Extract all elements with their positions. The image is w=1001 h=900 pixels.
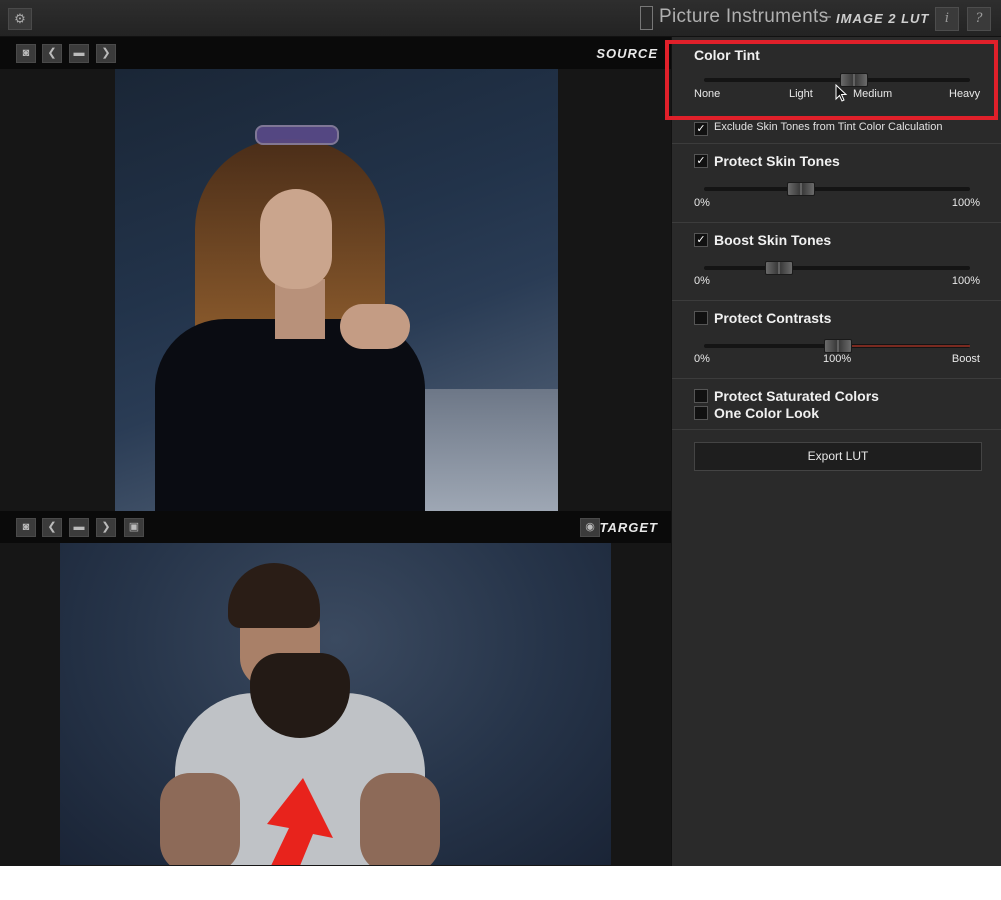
product-name: IMAGE 2 LUT	[836, 11, 930, 26]
brand-name: Picture Instruments	[659, 6, 829, 27]
exclude-skin-checkbox[interactable]: ✓	[694, 122, 708, 136]
folder-icon[interactable]: ▬	[69, 518, 89, 537]
target-photo	[60, 543, 611, 865]
misc-options-section: Protect Saturated Colors One Color Look	[672, 379, 1001, 430]
boost-skin-slider[interactable]	[704, 261, 970, 275]
arrow-icon	[267, 778, 333, 865]
highlight-box	[665, 40, 998, 120]
protect-contrasts-mid: 100%	[823, 353, 852, 365]
settings-panel: Color Tint None Light Medium Heavy ✓ Exc…	[671, 37, 1001, 866]
source-image-area[interactable]	[0, 69, 671, 511]
target-image-area[interactable]	[0, 543, 671, 866]
folder-icon[interactable]: ▬	[69, 44, 89, 63]
chevron-right-icon[interactable]: ❯	[96, 518, 116, 537]
boost-skin-max: 100%	[951, 275, 980, 287]
protect-contrasts-max: Boost	[951, 353, 980, 365]
chevron-right-icon[interactable]: ❯	[96, 44, 116, 63]
protect-skin-max: 100%	[951, 197, 980, 209]
snapshot-icon[interactable]: ◙	[16, 44, 36, 63]
protect-skin-section: ✓ Protect Skin Tones 0% 100%	[672, 144, 1001, 223]
one-color-look-checkbox[interactable]	[694, 406, 708, 420]
boost-skin-min: 0%	[694, 275, 710, 287]
protect-skin-min: 0%	[694, 197, 710, 209]
protect-contrasts-section: Protect Contrasts 0% 100% Boost	[672, 301, 1001, 379]
chevron-left-icon[interactable]: ❮	[42, 44, 62, 63]
target-label: TARGET	[599, 520, 658, 535]
protect-skin-checkbox[interactable]: ✓	[694, 154, 708, 168]
protect-skin-slider[interactable]	[704, 182, 970, 196]
protect-skin-thumb[interactable]	[786, 182, 815, 196]
one-color-look-title: One Color Look	[714, 405, 819, 421]
target-toolbar: ◙ ❮ ▬ ❯ ▣ ◉ TARGET	[0, 511, 671, 543]
source-toolbar: ◙ ❮ ▬ ❯ SOURCE	[0, 37, 671, 69]
gear-icon[interactable]: ⚙	[8, 8, 32, 30]
boost-range	[837, 345, 970, 347]
cursor-icon	[835, 84, 848, 102]
export-lut-button[interactable]: Export LUT	[694, 442, 982, 471]
help-button[interactable]: ?	[967, 7, 991, 31]
protect-contrasts-thumb[interactable]	[824, 339, 852, 353]
save-icon[interactable]: ▣	[124, 518, 144, 537]
title-bar: ⚙ Picture Instruments – IMAGE 2 LUT i ?	[0, 0, 1001, 37]
source-photo	[115, 69, 558, 511]
app-window: ⚙ Picture Instruments – IMAGE 2 LUT i ? …	[0, 0, 1001, 866]
protect-contrasts-checkbox[interactable]	[694, 311, 708, 325]
chevron-left-icon[interactable]: ❮	[42, 518, 62, 537]
boost-skin-thumb[interactable]	[765, 261, 794, 275]
source-label: SOURCE	[596, 46, 658, 61]
protect-skin-title: Protect Skin Tones	[714, 153, 840, 169]
protect-saturated-title: Protect Saturated Colors	[714, 388, 879, 404]
boost-skin-title: Boost Skin Tones	[714, 232, 832, 248]
protect-contrasts-min: 0%	[694, 353, 710, 365]
info-button[interactable]: i	[935, 7, 959, 31]
protect-contrasts-title: Protect Contrasts	[714, 310, 832, 326]
brand-logo	[640, 6, 653, 30]
brand-separator: –	[822, 8, 831, 25]
eye-icon[interactable]: ◉	[580, 518, 600, 537]
exclude-skin-label: Exclude Skin Tones from Tint Color Calcu…	[714, 121, 943, 133]
boost-skin-checkbox[interactable]: ✓	[694, 233, 708, 247]
boost-skin-section: ✓ Boost Skin Tones 0% 100%	[672, 223, 1001, 301]
protect-contrasts-slider[interactable]	[704, 339, 970, 353]
snapshot-icon[interactable]: ◙	[16, 518, 36, 537]
protect-saturated-checkbox[interactable]	[694, 389, 708, 403]
